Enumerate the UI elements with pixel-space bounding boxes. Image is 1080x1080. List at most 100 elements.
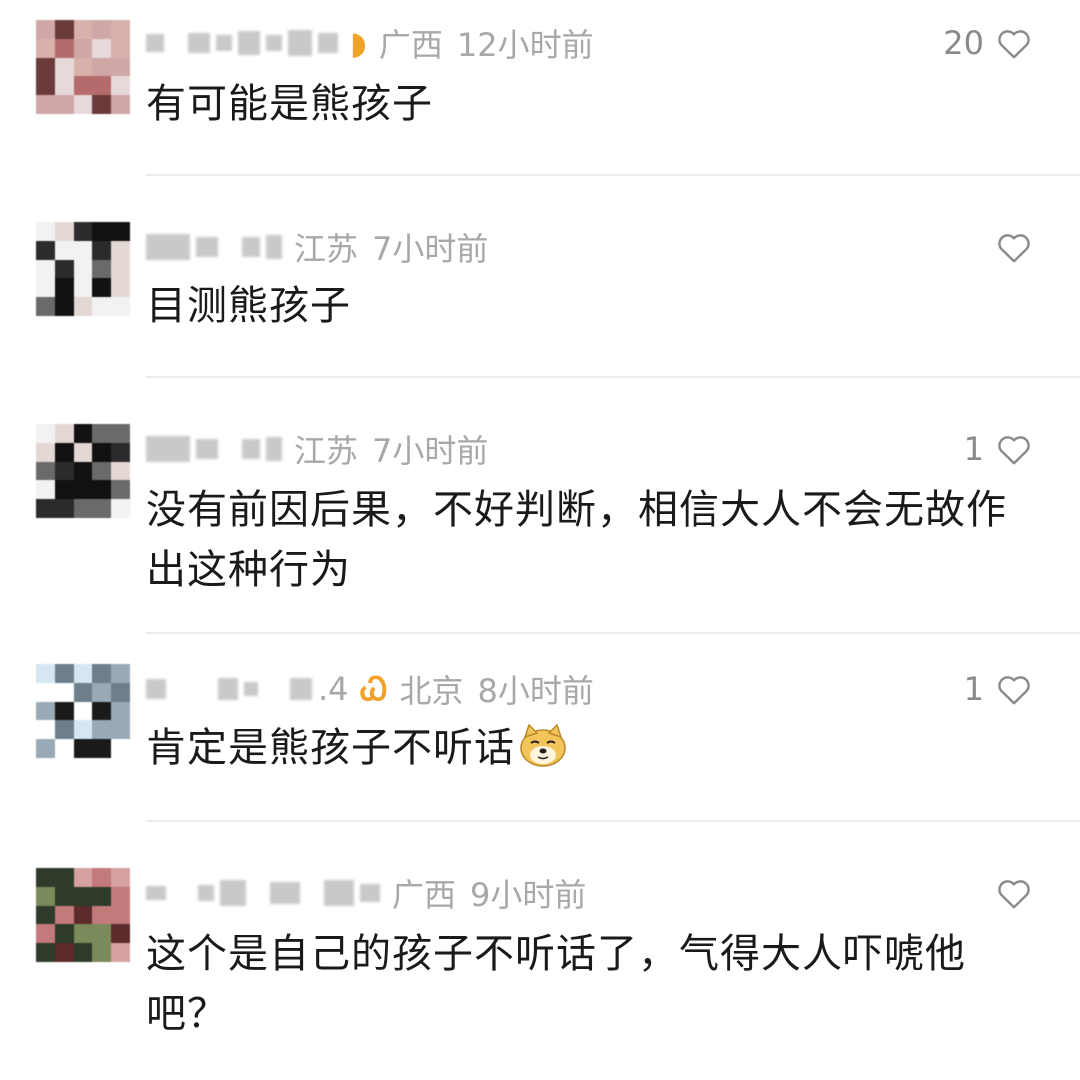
avatar-pixel	[92, 424, 112, 443]
avatar-pixel	[73, 739, 93, 758]
avatar-pixel	[92, 222, 112, 241]
avatar-pixel	[111, 222, 130, 241]
avatar-pixel	[73, 905, 93, 925]
avatar-pixel	[92, 924, 112, 944]
member-badge-icon: ◗	[350, 24, 367, 62]
avatar-pixel	[36, 868, 55, 887]
avatar-pixel	[111, 424, 130, 443]
avatar-pixel	[73, 461, 93, 481]
avatar-pixel	[111, 720, 130, 740]
avatar-pixel	[36, 424, 55, 443]
avatar[interactable]	[36, 664, 130, 758]
avatar-pixel	[73, 38, 93, 58]
avatar-pixel	[92, 38, 112, 58]
avatar-pixel	[54, 943, 74, 962]
username-blurred[interactable]	[146, 880, 380, 906]
avatar-pixel	[111, 240, 130, 260]
avatar-pixel	[73, 278, 93, 298]
avatar-pixel	[73, 924, 93, 944]
avatar-pixel	[92, 682, 112, 702]
avatar-pixel	[73, 76, 93, 96]
comment-time: 7小时前	[372, 432, 489, 470]
like-button[interactable]: 1	[964, 426, 1032, 472]
avatar[interactable]	[36, 424, 130, 518]
avatar[interactable]	[36, 20, 130, 114]
avatar-pixel	[54, 20, 74, 39]
username-blurred[interactable]	[146, 30, 338, 56]
avatar-pixel	[36, 278, 55, 298]
avatar-pixel	[54, 682, 74, 702]
like-count: 20	[943, 24, 984, 62]
avatar-pixel	[73, 57, 93, 77]
avatar-pixel	[111, 480, 130, 500]
username-blurred[interactable]	[146, 234, 282, 260]
avatar-pixel	[54, 424, 74, 443]
divider	[146, 376, 1080, 378]
comment-location: 江苏	[294, 230, 359, 268]
avatar-pixel	[54, 868, 74, 887]
avatar-pixel	[111, 442, 130, 462]
avatar-pixel	[73, 664, 93, 683]
avatar-pixel	[92, 20, 112, 39]
avatar-pixel	[54, 499, 74, 518]
avatar-pixel	[111, 57, 130, 77]
avatar[interactable]	[36, 222, 130, 316]
avatar-pixel	[54, 924, 74, 944]
avatar-pixel	[36, 461, 55, 481]
divider	[146, 820, 1080, 822]
comment-location: 广西	[378, 26, 443, 64]
avatar-pixel	[36, 76, 55, 96]
avatar-pixel	[36, 701, 55, 721]
avatar-pixel	[111, 682, 130, 702]
like-button[interactable]: 20	[943, 20, 1032, 66]
avatar-pixel	[36, 240, 55, 260]
like-button[interactable]: 1	[964, 666, 1032, 712]
divider	[146, 174, 1080, 176]
username-blurred[interactable]: .4	[146, 670, 349, 708]
avatar-pixel	[73, 95, 93, 114]
avatar-pixel	[92, 943, 112, 962]
avatar-pixel	[92, 480, 112, 500]
heart-icon[interactable]	[996, 26, 1032, 60]
avatar-pixel	[54, 222, 74, 241]
comment-time: 12小时前	[456, 26, 594, 64]
comment-text: 这个是自己的孩子不听话了，气得大人吓唬他吧？	[146, 931, 966, 1037]
avatar-pixel	[36, 943, 55, 962]
avatar-pixel	[111, 461, 130, 481]
avatar-pixel	[54, 442, 74, 462]
like-button[interactable]	[984, 224, 1032, 270]
avatar-pixel	[36, 886, 55, 906]
avatar-pixel	[36, 739, 55, 758]
doge-emoji-icon	[520, 723, 566, 767]
avatar-pixel	[111, 278, 130, 298]
avatar-pixel	[92, 720, 112, 740]
heart-icon[interactable]	[996, 230, 1032, 264]
avatar-pixel	[73, 442, 93, 462]
avatar-pixel	[36, 297, 55, 316]
avatar-pixel	[36, 499, 55, 518]
avatar-pixel	[36, 222, 55, 241]
username-blurred[interactable]	[146, 436, 282, 462]
avatar[interactable]	[36, 868, 130, 962]
avatar-pixel	[73, 682, 93, 702]
avatar-pixel	[36, 924, 55, 944]
avatar-pixel	[54, 886, 74, 906]
avatar-pixel	[111, 905, 130, 925]
avatar-pixel	[92, 442, 112, 462]
avatar-pixel	[92, 868, 112, 887]
avatar-pixel	[73, 480, 93, 500]
heart-icon[interactable]	[996, 432, 1032, 466]
avatar-pixel	[111, 20, 130, 39]
heart-icon[interactable]	[996, 672, 1032, 706]
like-button[interactable]	[984, 870, 1032, 916]
avatar-pixel	[36, 905, 55, 925]
avatar-pixel	[54, 664, 74, 683]
avatar-pixel	[36, 95, 55, 114]
avatar-pixel	[73, 868, 93, 887]
avatar-pixel	[73, 886, 93, 906]
avatar-pixel	[54, 480, 74, 500]
avatar-pixel	[111, 499, 130, 518]
avatar-pixel	[111, 701, 130, 721]
heart-icon[interactable]	[996, 876, 1032, 910]
avatar-pixel	[73, 499, 93, 518]
